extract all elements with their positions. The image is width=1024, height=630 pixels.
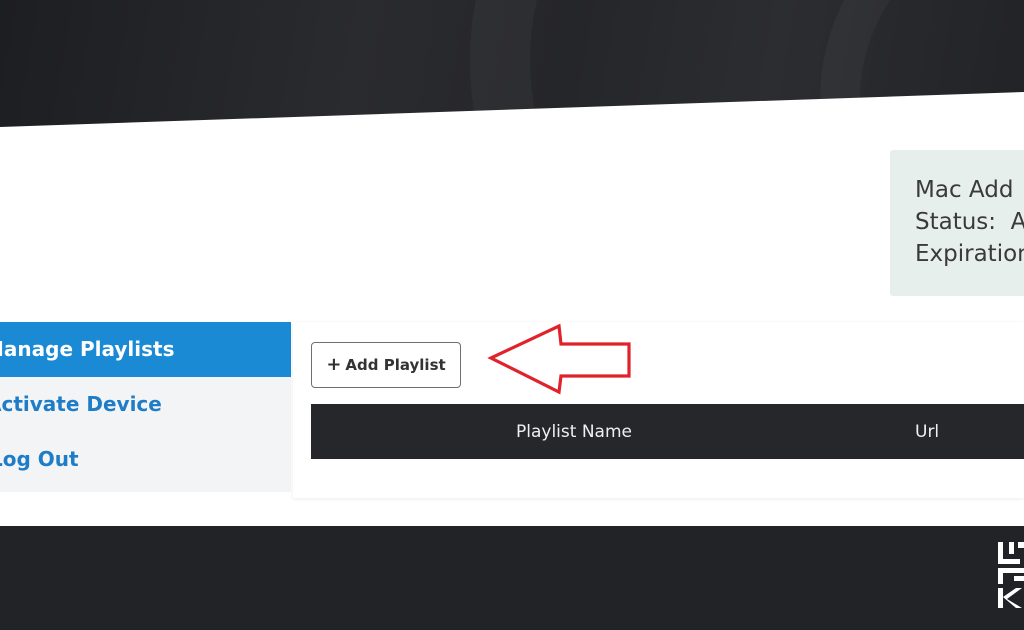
menu-item-label: Log Out <box>0 447 79 471</box>
plus-icon: + <box>326 354 342 375</box>
device-info-box: Mac Add Status: A Expiration <box>890 150 1024 296</box>
menu-item-manage-playlists[interactable]: Manage Playlists <box>0 322 291 377</box>
column-header-url: Url <box>915 422 940 442</box>
menu-item-label: Manage Playlists <box>0 337 175 361</box>
add-playlist-button[interactable]: + Add Playlist <box>311 342 461 388</box>
playlist-panel: + Add Playlist Playlist Name Url <box>293 322 1024 498</box>
menu-item-label: Activate Device <box>0 392 162 416</box>
watermark-logo-icon <box>998 542 1024 608</box>
annotation-arrow-shape <box>487 323 631 395</box>
column-header-playlist-name: Playlist Name <box>516 422 632 442</box>
status-label: Status: <box>915 209 997 235</box>
menu-item-log-out[interactable]: Log Out <box>0 432 291 487</box>
status-value: A <box>1010 209 1024 235</box>
status-line: Status: A <box>915 209 1024 235</box>
expiration-label: Expiration <box>915 241 1024 267</box>
menu-item-activate-device[interactable]: Activate Device <box>0 377 291 432</box>
left-arrow-icon <box>487 323 631 395</box>
add-playlist-label: Add Playlist <box>345 356 446 374</box>
playlist-table-header: Playlist Name Url <box>311 404 1024 459</box>
mac-address-label: Mac Add <box>915 177 1014 203</box>
side-menu: Manage Playlists Activate Device Log Out <box>0 322 291 492</box>
screenshot-stage: Mac Add Status: A Expiration Manage Play… <box>0 0 1024 630</box>
